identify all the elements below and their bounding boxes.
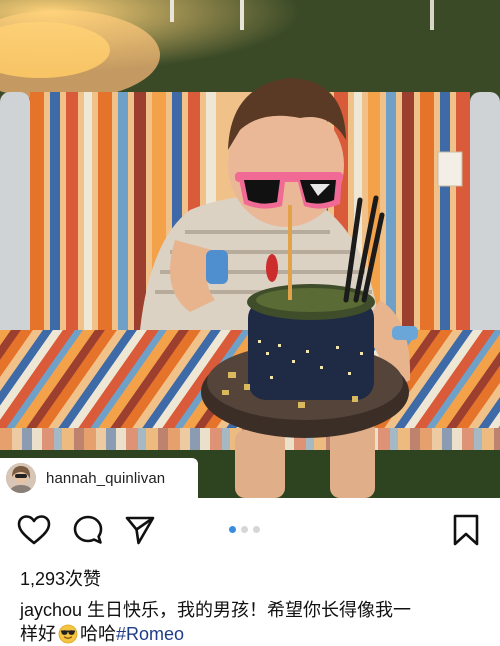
carousel-dot: [241, 526, 248, 533]
comment-icon: [73, 515, 103, 544]
comment-button[interactable]: [70, 512, 106, 548]
tagged-user-name: hannah_quinlivan: [46, 469, 166, 487]
tagged-user-badge[interactable]: hannah_quinlivan: [0, 458, 198, 498]
post-caption: jaychou 生日快乐，我的男孩！希望你长得像我一样好 哈哈#Romeo: [20, 598, 490, 646]
sunglasses-face-icon: [58, 624, 78, 644]
carousel-indicator: [229, 526, 260, 533]
caption-suffix: 哈哈: [80, 624, 116, 644]
caption-text: 生日快乐，我的男孩！希望你长得像我一: [82, 600, 412, 620]
photo-illustration: [0, 0, 500, 498]
post-photo[interactable]: hannah_quinlivan: [0, 0, 500, 498]
caption-username[interactable]: jaychou: [20, 600, 82, 620]
bookmark-icon: [453, 514, 479, 546]
save-button[interactable]: [448, 512, 484, 548]
share-button[interactable]: [122, 512, 158, 548]
likes-count[interactable]: 1,293次赞: [20, 565, 101, 591]
heart-icon: [17, 515, 51, 545]
caption-text-continued: 样好: [20, 624, 56, 644]
post-action-bar: [0, 500, 500, 558]
like-button[interactable]: [16, 512, 52, 548]
tagged-user-avatar: [6, 463, 36, 493]
send-icon: [125, 516, 155, 545]
carousel-dot: [253, 526, 260, 533]
caption-hashtag[interactable]: #Romeo: [116, 624, 184, 644]
carousel-dot-active: [229, 526, 236, 533]
